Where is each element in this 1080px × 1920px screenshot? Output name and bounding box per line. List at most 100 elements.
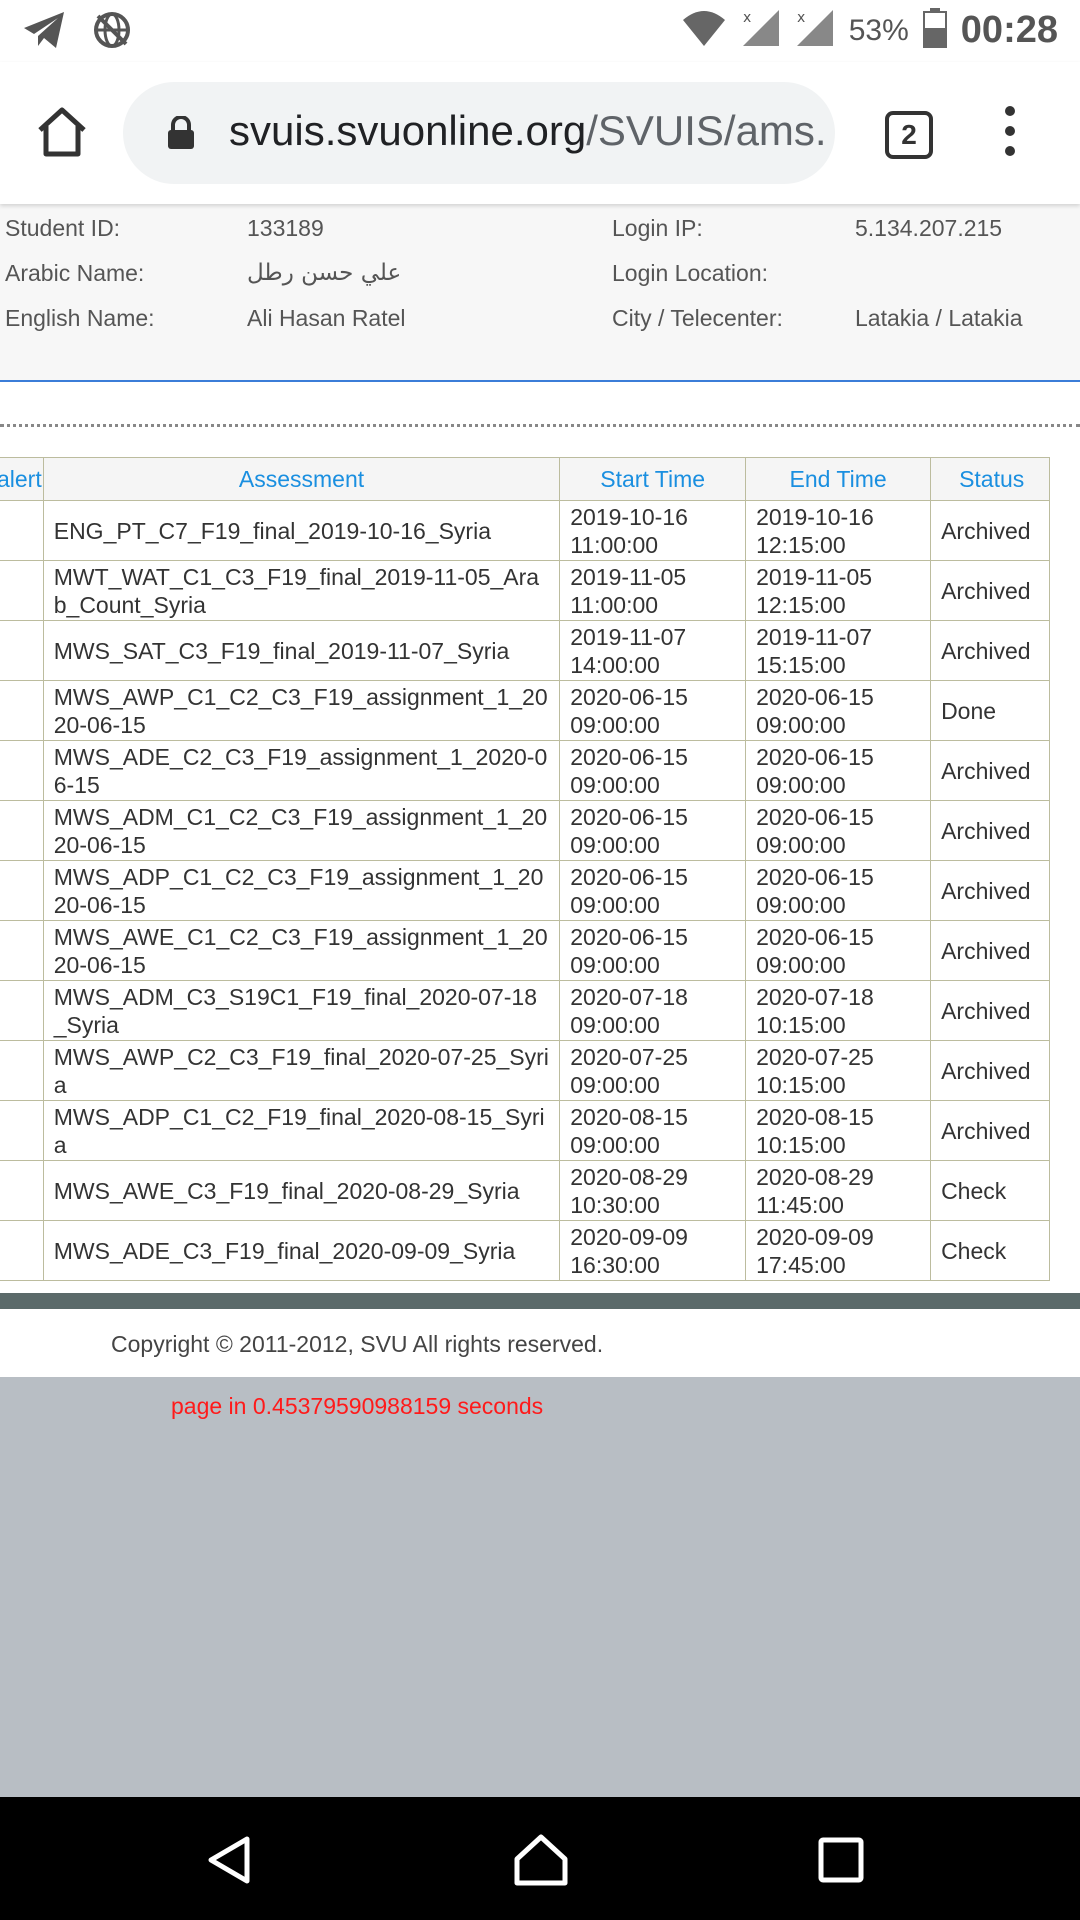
home-nav-icon[interactable] xyxy=(513,1833,569,1892)
start-clock: 09:00:00 xyxy=(570,951,660,978)
end-time: 2020-09-09 17:45:00 xyxy=(745,1220,932,1281)
table-row: MWT_WAT_C1_C3_F19_final_2019-11-05_Arab_… xyxy=(0,560,1050,621)
start-clock: 14:00:00 xyxy=(570,651,660,678)
end-clock: 10:15:00 xyxy=(756,1011,846,1038)
battery-percent: 53% xyxy=(848,13,909,47)
navigation-bar xyxy=(0,1797,1080,1920)
assessment-name: MWS_AWE_C3_F19_final_2020-08-29_Syria xyxy=(42,1160,561,1221)
start-time: 2020-07-25 09:00:00 xyxy=(559,1040,747,1101)
end-clock: 12:15:00 xyxy=(756,531,846,558)
alert-cell xyxy=(0,1160,44,1221)
signal-icon: x xyxy=(741,8,781,53)
status-cell[interactable]: Check xyxy=(930,1160,1050,1221)
page-timing: page in 0.45379590988159 seconds xyxy=(171,1393,544,1419)
alert-cell xyxy=(0,500,44,561)
start-time: 2019-11-07 14:00:00 xyxy=(559,620,747,681)
header-start-time[interactable]: Start Time xyxy=(559,457,747,501)
start-time: 2020-06-15 09:00:00 xyxy=(559,680,747,741)
start-date: 2020-06-15 xyxy=(570,923,688,950)
start-time: 2020-06-15 09:00:00 xyxy=(559,740,747,801)
recents-icon[interactable] xyxy=(818,1837,864,1888)
end-date: 2020-06-15 xyxy=(756,683,874,710)
table-row: MWS_ADM_C1_C2_C3_F19_assignment_1_2020-0… xyxy=(0,800,1050,861)
globe-icon xyxy=(92,10,132,55)
end-time: 2020-07-25 10:15:00 xyxy=(745,1040,932,1101)
student-info: Student ID: 133189 Arabic Name: علي حسن … xyxy=(0,204,1080,382)
tab-switcher-button[interactable]: 2 xyxy=(885,111,933,159)
student-id-label: Student ID: xyxy=(5,215,121,241)
start-clock: 16:30:00 xyxy=(570,1251,660,1278)
assessment-name: MWS_ADE_C2_C3_F19_assignment_1_2020-06-1… xyxy=(42,740,561,801)
alert-cell xyxy=(0,980,44,1041)
end-clock: 09:00:00 xyxy=(756,831,846,858)
end-date: 2019-10-16 xyxy=(756,503,874,530)
footer-divider xyxy=(0,1293,1080,1309)
status-cell: Archived xyxy=(930,620,1050,681)
table-row: MWS_ADE_C3_F19_final_2020-09-09_Syria 202… xyxy=(0,1220,1050,1281)
end-date: 2020-06-15 xyxy=(756,743,874,770)
table-row: MWS_AWE_C1_C2_C3_F19_assignment_1_2020-0… xyxy=(0,920,1050,981)
login-ip: 5.134.207.215 xyxy=(855,215,1003,241)
header-status[interactable]: Status xyxy=(930,457,1050,501)
end-date: 2019-11-07 xyxy=(756,623,873,650)
end-time: 2020-08-29 11:45:00 xyxy=(745,1160,932,1221)
start-time: 2019-11-05 11:00:00 xyxy=(559,560,747,621)
more-menu-icon[interactable] xyxy=(997,106,1023,156)
assessment-name: MWS_ADE_C3_F19_final_2020-09-09_Syria xyxy=(42,1220,561,1281)
end-time: 2020-07-18 10:15:00 xyxy=(745,980,932,1041)
assessment-table: alert Assessment Start Time End Time Sta… xyxy=(0,457,1050,1281)
alert-cell xyxy=(0,800,44,861)
start-clock: 10:30:00 xyxy=(570,1191,660,1218)
status-cell: Archived xyxy=(930,860,1050,921)
address-bar[interactable]: svuis.svuonline.org/SVUIS/ams. xyxy=(123,82,835,184)
start-date: 2020-07-18 xyxy=(570,983,688,1010)
header-end-time[interactable]: End Time xyxy=(745,457,932,501)
start-time: 2020-08-29 10:30:00 xyxy=(559,1160,747,1221)
assessment-name: MWT_WAT_C1_C3_F19_final_2019-11-05_Arab_… xyxy=(42,560,561,621)
end-time: 2020-06-15 09:00:00 xyxy=(745,860,932,921)
end-clock: 12:15:00 xyxy=(756,591,846,618)
start-time: 2020-06-15 09:00:00 xyxy=(559,920,747,981)
table-row: MWS_AWE_C3_F19_final_2020-08-29_Syria 202… xyxy=(0,1160,1050,1221)
assessment-name: MWS_ADM_C1_C2_C3_F19_assignment_1_2020-0… xyxy=(42,800,561,861)
start-date: 2019-11-07 xyxy=(570,623,687,650)
status-cell[interactable]: Check xyxy=(930,1220,1050,1281)
end-time: 2020-08-15 10:15:00 xyxy=(745,1100,932,1161)
end-time: 2020-06-15 09:00:00 xyxy=(745,920,932,981)
header-assessment[interactable]: Assessment xyxy=(42,457,561,501)
status-cell: Archived xyxy=(930,560,1050,621)
start-clock: 09:00:00 xyxy=(570,1071,660,1098)
end-clock: 09:00:00 xyxy=(756,711,846,738)
end-clock: 11:45:00 xyxy=(756,1191,844,1218)
end-date: 2020-08-29 xyxy=(756,1163,874,1190)
alert-cell xyxy=(0,920,44,981)
end-date: 2020-08-15 xyxy=(756,1103,874,1130)
city-label: City / Telecenter: xyxy=(612,305,783,331)
header-alert[interactable]: alert xyxy=(0,457,44,501)
english-name: Ali Hasan Ratel xyxy=(247,305,406,331)
end-date: 2020-06-15 xyxy=(756,803,874,830)
login-ip-label: Login IP: xyxy=(612,215,703,241)
battery-icon xyxy=(922,8,947,53)
end-time: 2020-06-15 09:00:00 xyxy=(745,800,932,861)
status-cell: Archived xyxy=(930,740,1050,801)
back-icon[interactable] xyxy=(205,1835,255,1890)
url-text: svuis.svuonline.org/SVUIS/ams. xyxy=(229,107,827,155)
end-clock: 09:00:00 xyxy=(756,951,846,978)
table-row: MWS_ADP_C1_C2_F19_final_2020-08-15_Syria… xyxy=(0,1100,1050,1161)
copyright-text: Copyright © 2011-2012, SVU All rights re… xyxy=(111,1331,604,1357)
start-date: 2020-08-29 xyxy=(570,1163,688,1190)
home-icon[interactable] xyxy=(34,104,90,160)
start-date: 2019-10-16 xyxy=(570,503,688,530)
start-clock: 11:00:00 xyxy=(570,591,659,618)
alert-cell xyxy=(0,1100,44,1161)
start-time: 2020-06-15 09:00:00 xyxy=(559,800,747,861)
status-bar: x x 53% 00:28 xyxy=(0,0,1080,62)
telegram-icon xyxy=(22,10,66,55)
start-date: 2020-06-15 xyxy=(570,803,688,830)
assessment-name: MWS_ADP_C1_C2_C3_F19_assignment_1_2020-0… xyxy=(42,860,561,921)
start-time: 2020-06-15 09:00:00 xyxy=(559,860,747,921)
copyright-bar: Copyright © 2011-2012, SVU All rights re… xyxy=(0,1309,1080,1377)
alert-cell xyxy=(0,740,44,801)
end-time: 2020-06-15 09:00:00 xyxy=(745,680,932,741)
